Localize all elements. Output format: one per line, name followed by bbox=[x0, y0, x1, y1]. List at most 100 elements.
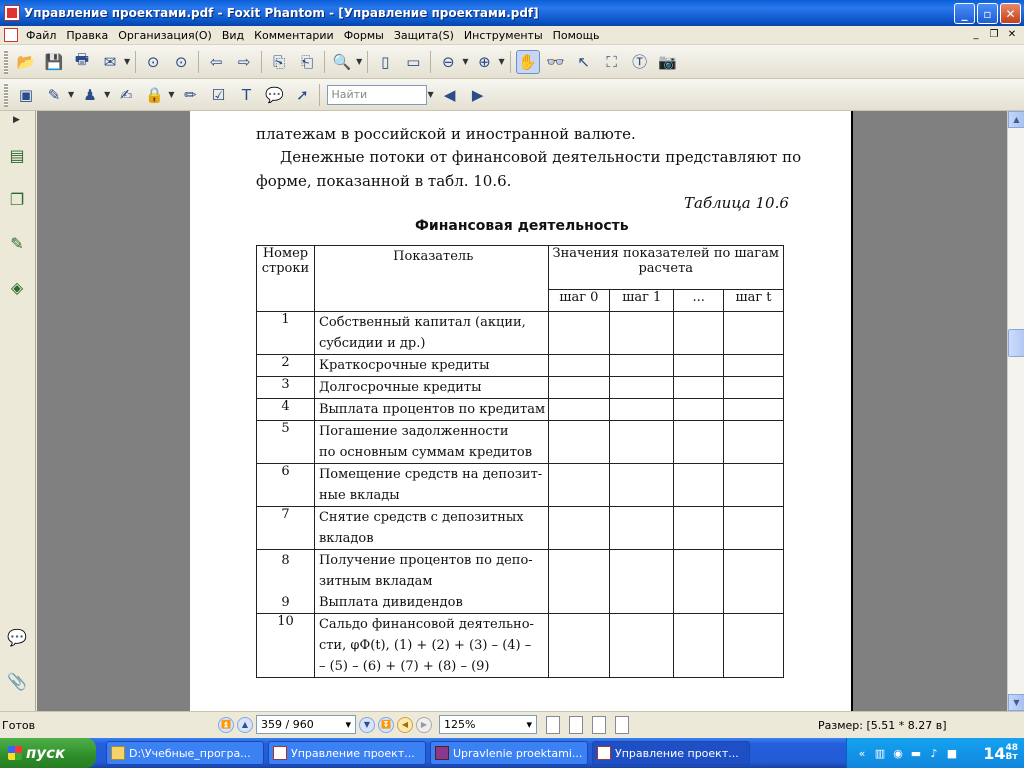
zoom-in-dropdown-icon[interactable]: ▼ bbox=[498, 57, 504, 66]
form-edit-icon[interactable]: ☑ bbox=[206, 83, 230, 107]
stamp-dropdown-icon[interactable]: ▼ bbox=[104, 90, 110, 99]
facing-view-icon[interactable] bbox=[592, 715, 606, 734]
fit-page-icon[interactable]: ▯ bbox=[373, 50, 397, 74]
zoom-out-dropdown-icon[interactable]: ▼ bbox=[462, 57, 468, 66]
taskbar-item-folder[interactable]: D:\Учебные_програ... bbox=[106, 741, 264, 765]
text-select-icon[interactable]: Ⓣ bbox=[628, 50, 652, 74]
loupe-icon[interactable]: 👓 bbox=[544, 50, 568, 74]
taskbar-item-winrar[interactable]: Upravlenie proektami... bbox=[430, 741, 588, 765]
edit-pen-icon[interactable]: ✎ bbox=[42, 83, 66, 107]
first-page-icon[interactable]: ⏫ bbox=[218, 716, 234, 733]
next-view-icon[interactable]: ▶ bbox=[416, 716, 432, 733]
antivirus-icon[interactable]: ◉ bbox=[891, 746, 905, 760]
menu-comments[interactable]: Комментарии bbox=[249, 29, 339, 42]
typewriter-icon[interactable]: ✏ bbox=[178, 83, 202, 107]
snapshot-camera-icon[interactable]: 📷 bbox=[656, 50, 680, 74]
document-view[interactable]: платежам в российской и иностранной валю… bbox=[37, 111, 1007, 711]
arrow-tool-icon[interactable]: ➚ bbox=[290, 83, 314, 107]
next-page-icon[interactable]: ▼ bbox=[359, 716, 375, 733]
menu-view[interactable]: Вид bbox=[217, 29, 249, 42]
minimize-button[interactable]: _ bbox=[954, 3, 975, 24]
menu-tools[interactable]: Инструменты bbox=[459, 29, 548, 42]
zoom-dropdown-icon[interactable]: ▼ bbox=[356, 57, 362, 66]
attachments-icon[interactable]: 📎 bbox=[6, 669, 28, 693]
zoom-dropdown-icon[interactable]: ▾ bbox=[526, 718, 532, 731]
panel-collapse-icon[interactable]: ▶ bbox=[13, 115, 20, 125]
foxit-app-icon[interactable] bbox=[4, 5, 20, 21]
menu-file[interactable]: Файл bbox=[21, 29, 61, 42]
toolbar-grip[interactable] bbox=[4, 82, 8, 107]
scroll-down-icon[interactable]: ▼ bbox=[1008, 694, 1024, 711]
print-icon[interactable]: 🖶 bbox=[70, 50, 94, 74]
find-input[interactable]: Найти bbox=[327, 84, 428, 105]
last-page-icon[interactable]: ⏬ bbox=[378, 716, 394, 733]
doc-close-button[interactable]: ✕ bbox=[1004, 27, 1020, 42]
find-dropdown-icon[interactable]: ▼ bbox=[427, 90, 433, 99]
insert-pages-icon[interactable]: ⎗ bbox=[295, 50, 319, 74]
continuous-view-icon[interactable] bbox=[569, 715, 583, 734]
doc-minimize-button[interactable]: _ bbox=[968, 27, 984, 42]
fit-width-icon[interactable]: ▭ bbox=[401, 50, 425, 74]
stamp-icon[interactable]: ♟ bbox=[78, 83, 102, 107]
page-number-input[interactable]: 359 / 960 ▾ bbox=[256, 715, 356, 734]
page-dropdown-icon[interactable]: ▾ bbox=[345, 718, 351, 731]
single-page-view-icon[interactable] bbox=[546, 715, 560, 734]
close-button[interactable]: ✕ bbox=[1000, 3, 1021, 24]
menu-help[interactable]: Помощь bbox=[548, 29, 605, 42]
taskbar-item-foxit-2[interactable]: Управление проект... bbox=[592, 741, 750, 765]
email-dropdown-icon[interactable]: ▼ bbox=[124, 57, 130, 66]
clock[interactable]: 14 48 Вт bbox=[983, 743, 1018, 763]
pages-icon[interactable]: ❐ bbox=[6, 187, 28, 211]
menu-edit[interactable]: Правка bbox=[61, 29, 113, 42]
doc-restore-button[interactable]: ❐ bbox=[986, 27, 1002, 42]
zoom-level-input[interactable]: 125% ▾ bbox=[439, 715, 537, 734]
language-flag-icon[interactable]: ▬ bbox=[909, 746, 923, 760]
network-icon[interactable]: ▥ bbox=[873, 746, 887, 760]
previous-view-icon[interactable]: ◀ bbox=[397, 716, 413, 733]
pen-dropdown-icon[interactable]: ▼ bbox=[68, 90, 74, 99]
page-up-icon[interactable]: ⊙ bbox=[141, 50, 165, 74]
scroll-up-icon[interactable]: ▲ bbox=[1008, 111, 1024, 128]
find-next-icon[interactable]: ▶ bbox=[466, 83, 490, 107]
prev-page-icon[interactable]: ▲ bbox=[237, 716, 253, 733]
extract-pages-icon[interactable]: ⎘ bbox=[267, 50, 291, 74]
zoom-in-icon[interactable]: ⊕ bbox=[472, 50, 496, 74]
taskbar-item-foxit-1[interactable]: Управление проект... bbox=[268, 741, 426, 765]
scroll-thumb[interactable] bbox=[1008, 329, 1024, 357]
save-icon[interactable]: 💾 bbox=[42, 50, 66, 74]
pdf-page[interactable]: платежам в российской и иностранной валю… bbox=[190, 111, 853, 711]
volume-icon[interactable]: ♪ bbox=[927, 746, 941, 760]
zoom-icon[interactable]: 🔍 bbox=[330, 50, 354, 74]
signature-icon[interactable]: ✍ bbox=[114, 83, 138, 107]
zoom-out-icon[interactable]: ⊖ bbox=[436, 50, 460, 74]
tray-arrow-icon[interactable]: « bbox=[855, 746, 869, 760]
find-prev-icon[interactable]: ◀ bbox=[438, 83, 462, 107]
hand-tool-icon[interactable]: ✋ bbox=[515, 49, 540, 74]
note-comment-icon[interactable]: 💬 bbox=[262, 83, 286, 107]
bookmarks-icon[interactable]: ▤ bbox=[6, 143, 28, 167]
view-panel-icon[interactable]: ▣ bbox=[14, 83, 38, 107]
forward-arrow-icon[interactable]: ⇨ bbox=[232, 50, 256, 74]
lock-icon[interactable]: 🔒 bbox=[142, 83, 166, 107]
start-button[interactable]: пуск bbox=[0, 738, 96, 768]
continuous-facing-view-icon[interactable] bbox=[615, 715, 629, 734]
select-arrow-icon[interactable]: ↖ bbox=[572, 50, 596, 74]
menu-protect[interactable]: Защита(S) bbox=[389, 29, 459, 42]
page-down-icon[interactable]: ⊙ bbox=[169, 50, 193, 74]
lock-dropdown-icon[interactable]: ▼ bbox=[168, 90, 174, 99]
back-arrow-icon[interactable]: ⇦ bbox=[204, 50, 228, 74]
document-icon[interactable] bbox=[4, 28, 18, 42]
menu-forms[interactable]: Формы bbox=[339, 29, 389, 42]
open-folder-icon[interactable]: 📂 bbox=[14, 50, 38, 74]
comments-panel-icon[interactable]: 💬 bbox=[6, 625, 28, 649]
maximize-button[interactable]: ▫ bbox=[977, 3, 998, 24]
textbox-icon[interactable]: T bbox=[234, 83, 258, 107]
layers-icon[interactable]: ◈ bbox=[6, 275, 28, 299]
vertical-scrollbar[interactable]: ▲ ▼ bbox=[1007, 111, 1024, 711]
binoculars-icon[interactable]: ⛶ bbox=[600, 50, 624, 74]
menu-organize[interactable]: Организация(O) bbox=[113, 29, 217, 42]
annotations-panel-icon[interactable]: ✎ bbox=[6, 231, 28, 255]
email-icon[interactable]: ✉ bbox=[98, 50, 122, 74]
toolbar-grip[interactable] bbox=[4, 49, 8, 74]
monitor-icon[interactable]: ■ bbox=[945, 746, 959, 760]
